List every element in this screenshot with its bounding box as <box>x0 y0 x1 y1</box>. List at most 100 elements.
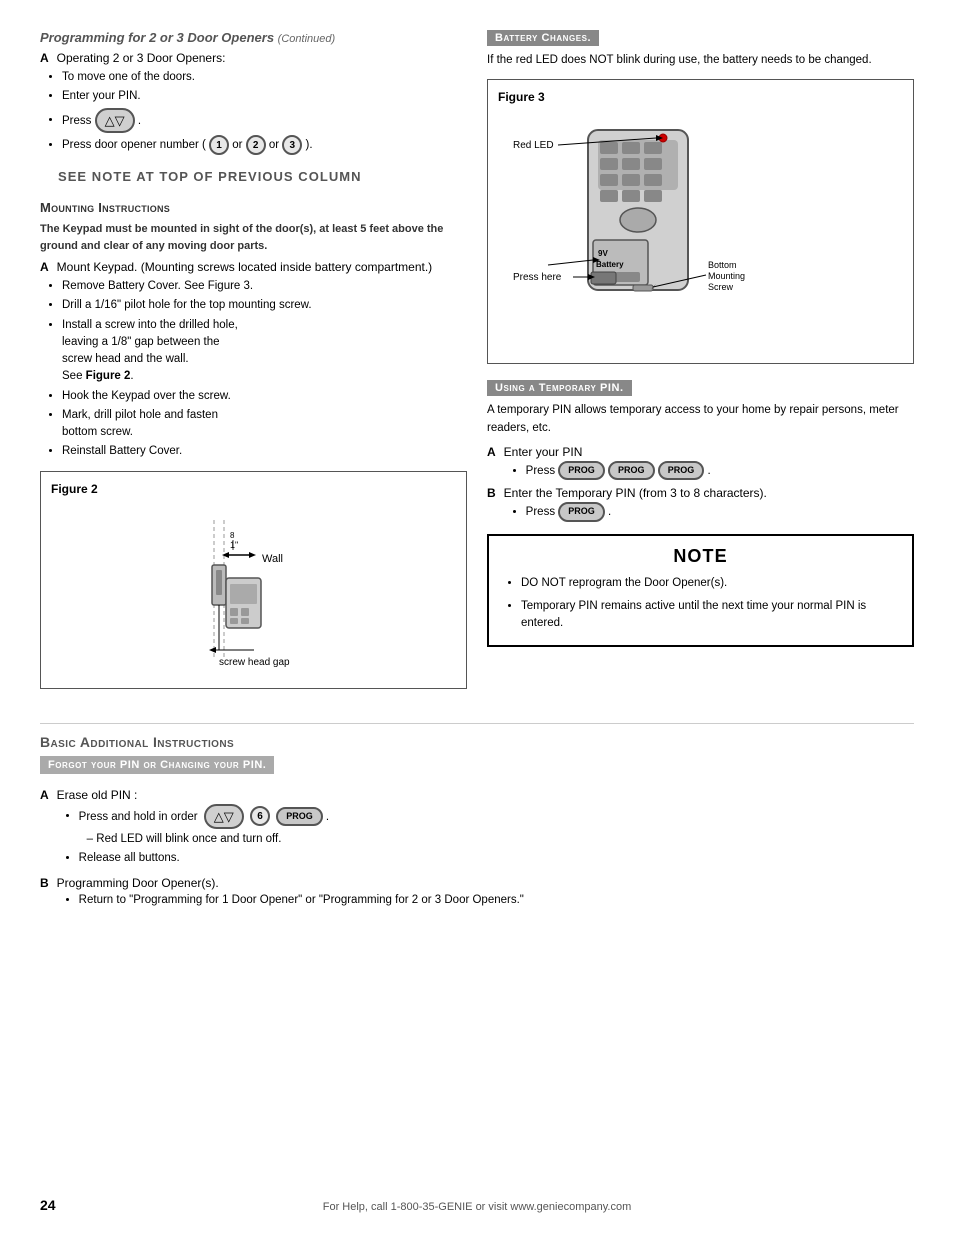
mount-b6: Reinstall Battery Cover. <box>62 443 467 460</box>
note-item-2: Temporary PIN remains active until the n… <box>521 598 898 633</box>
temp-pin-item-b: B Enter the Temporary PIN (from 3 to 8 c… <box>487 486 914 524</box>
hold-arrow-btn: △▽ <box>204 804 244 830</box>
divider <box>40 723 914 724</box>
hold-period: . <box>326 810 329 822</box>
prog-btn-1: PROG <box>558 461 605 481</box>
forgot-bar-wrap: Forgot your PIN or Changing your PIN. <box>40 756 914 782</box>
prog-title: Programming for 2 or 3 Door Openers (Con… <box>40 30 467 45</box>
mounting-section: Mounting Instructions The Keypad must be… <box>40 200 467 689</box>
item-a-row: A Operating 2 or 3 Door Openers: <box>40 51 467 65</box>
svg-text:Press here: Press here <box>513 272 562 283</box>
mount-item-a: A Mount Keypad. (Mounting screws located… <box>40 260 467 274</box>
erase-led: – Red LED will blink once and turn off. <box>87 831 329 848</box>
or2: or <box>269 139 282 151</box>
svg-text:Mounting: Mounting <box>708 271 745 281</box>
svg-text:Wall: Wall <box>262 553 283 565</box>
arrow-button: △▽ <box>95 108 135 134</box>
erase-bullets: Press and hold in order △▽ 6 PROG . – Re… <box>57 804 329 868</box>
press-door-label: Press door opener number ( <box>62 139 206 151</box>
figure-2-svg: 1" 8 Wall <box>154 510 354 670</box>
left-column: Programming for 2 or 3 Door Openers (Con… <box>40 30 467 699</box>
mount-b1: Remove Battery Cover. See Figure 3. <box>62 278 467 295</box>
erase-b2: Release all buttons. <box>79 850 329 867</box>
bottom-section: Basic Additional Instructions Forgot you… <box>40 723 914 911</box>
temp-pin-label-a: A <box>487 445 496 459</box>
label-a: A <box>40 51 49 65</box>
hold-prog-btn: PROG <box>276 807 323 827</box>
battery-bar: Battery Changes. <box>487 30 914 52</box>
btn-3: 3 <box>282 135 302 155</box>
prog-btn-3: PROG <box>658 461 705 481</box>
press-label: Press <box>62 114 91 126</box>
temp-pin-item-a: A Enter your PIN Press PROG PROG PROG . <box>487 445 914 483</box>
temp-pin-b-content: Enter the Temporary PIN (from 3 to 8 cha… <box>504 486 767 524</box>
temp-pin-section: Using a Temporary PIN. A temporary PIN a… <box>487 380 914 646</box>
press-hold-label: Press and hold in order <box>79 810 198 822</box>
main-content: Programming for 2 or 3 Door Openers (Con… <box>40 30 914 699</box>
note-item-1: DO NOT reprogram the Door Opener(s). <box>521 575 898 592</box>
erase-b1: Press and hold in order △▽ 6 PROG . – Re… <box>79 804 329 849</box>
btn-2: 2 <box>246 135 266 155</box>
erase-sub: – Red LED will blink once and turn off. <box>79 831 329 848</box>
temp-pin-press2-row: Press PROG . <box>526 502 767 522</box>
temp-pin-title: Using a Temporary PIN. <box>487 380 632 396</box>
svg-text:1": 1" <box>230 540 238 550</box>
programming-section: Programming for 2 or 3 Door Openers (Con… <box>40 30 467 184</box>
mount-b3: Install a screw into the drilled hole,le… <box>62 317 467 386</box>
page: Programming for 2 or 3 Door Openers (Con… <box>0 0 954 1235</box>
press2-label: Press <box>526 506 555 518</box>
see-note: SEE NOTE AT TOP OF PREVIOUS COLUMN <box>58 169 467 184</box>
prog-bullets: To move one of the doors. Enter your PIN… <box>40 69 467 155</box>
mount-item-a-text: Mount Keypad. (Mounting screws located i… <box>57 260 433 274</box>
prog-btn-single: PROG <box>558 502 605 522</box>
figure-3-box: Figure 3 <box>487 79 914 364</box>
bottom-a-content: Erase old PIN : Press and hold in order … <box>57 788 329 870</box>
bullet-door-num: Press door opener number ( 1 or 2 or 3 )… <box>62 135 467 155</box>
close-paren: ). <box>305 139 312 151</box>
temp-pin-body: A temporary PIN allows temporary access … <box>487 402 914 437</box>
mount-bullets: Remove Battery Cover. See Figure 3. Dril… <box>40 278 467 461</box>
period: . <box>138 114 141 126</box>
temp-pin-press-row: Press PROG PROG PROG . <box>526 461 711 481</box>
prog-title-text: Programming for 2 or 3 Door Openers <box>40 30 274 45</box>
svg-text:Battery: Battery <box>596 260 624 269</box>
bullet-pin: Enter your PIN. <box>62 88 467 105</box>
bottom-label-a: A <box>40 788 49 802</box>
battery-section: Battery Changes. If the red LED does NOT… <box>487 30 914 364</box>
svg-text:8: 8 <box>230 531 235 540</box>
mounting-title: Mounting Instructions <box>40 200 467 215</box>
battery-body: If the red LED does NOT blink during use… <box>487 52 914 69</box>
svg-text:screw head gap: screw head gap <box>219 657 290 668</box>
prog-b1: Return to "Programming for 1 Door Opener… <box>79 892 524 909</box>
temp-pin-a-content: Enter your PIN Press PROG PROG PROG . <box>504 445 711 483</box>
basic-title: Basic Additional Instructions <box>40 734 914 750</box>
bottom-item-a: A Erase old PIN : Press and hold in orde… <box>40 788 914 870</box>
svg-text:Bottom: Bottom <box>708 260 737 270</box>
mount-b5: Mark, drill pilot hole and fastenbottom … <box>62 407 467 442</box>
figure-2-box: Figure 2 1" 8 <box>40 471 467 689</box>
mount-b4: Hook the Keypad over the screw. <box>62 388 467 405</box>
continued-label: (Continued) <box>278 33 335 45</box>
press-label: Press <box>526 465 555 477</box>
figure-3-label: Figure 3 <box>498 90 903 104</box>
or1: or <box>232 139 245 151</box>
temp-pin-press-list: Press PROG PROG PROG . <box>504 461 711 481</box>
temp-pin-label-b: B <box>487 486 496 500</box>
period: . <box>707 465 710 477</box>
figure-3-inner: 9V Battery Red LED <box>498 110 903 353</box>
period2: . <box>608 506 611 518</box>
temp-pin-bar-wrap: Using a Temporary PIN. <box>487 380 914 402</box>
hold-6-btn: 6 <box>250 806 270 826</box>
figure-2-label: Figure 2 <box>51 482 456 496</box>
figure-2-inner: 1" 8 Wall <box>51 502 456 678</box>
note-list: DO NOT reprogram the Door Opener(s). Tem… <box>503 575 898 633</box>
mount-label-a: A <box>40 260 49 274</box>
page-number: 24 <box>40 1197 56 1213</box>
svg-text:9V: 9V <box>598 249 608 258</box>
forgot-bar: Forgot your PIN or Changing your PIN. <box>40 756 274 774</box>
bottom-item-b: B Programming Door Opener(s). Return to … <box>40 876 914 911</box>
note-title: NOTE <box>503 546 898 567</box>
mounting-subtitle: The Keypad must be mounted in sight of t… <box>40 221 467 254</box>
bullet-press: Press △▽ . <box>62 108 467 134</box>
mounting-title-text: Mounting Instructions <box>40 200 170 215</box>
